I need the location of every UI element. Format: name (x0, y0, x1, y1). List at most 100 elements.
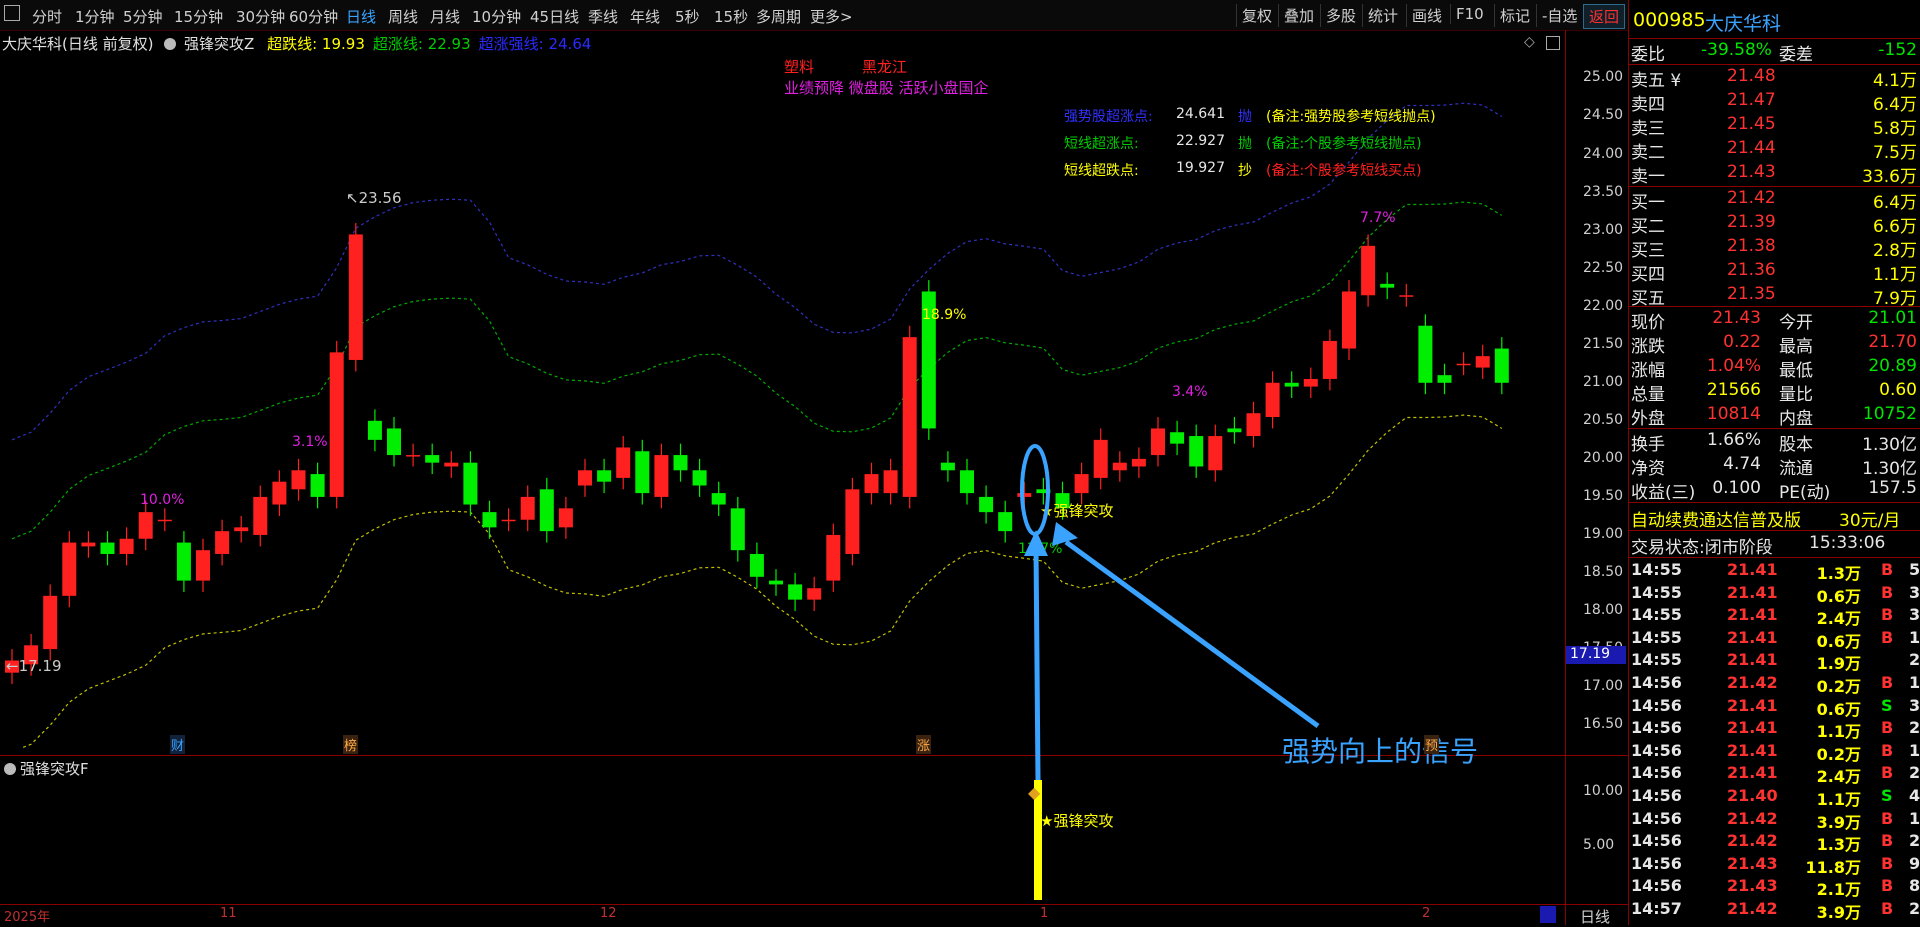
book-row[interactable]: 买四 21.36 1.1万 (1629, 260, 1920, 285)
tick-time: 14:56 (1631, 786, 1682, 805)
y-axis-label: 21.00 (1583, 373, 1624, 390)
tick-side: B (1881, 560, 1894, 579)
stat-value: 157.5 (1868, 478, 1917, 498)
quote-header: 000985 大庆华科 (1629, 9, 1920, 35)
tick-count: 2 (1909, 831, 1920, 851)
tick-row: 14:57 21.42 3.9万 B 2 (1629, 899, 1920, 922)
tick-count: 1 (1909, 627, 1920, 647)
x-period-label[interactable]: 日线 (1580, 906, 1610, 927)
book-label: 买三 (1631, 241, 1665, 261)
tick-count: 3 (1909, 582, 1920, 602)
book-row[interactable]: 买五 21.35 7.9万 (1629, 284, 1920, 309)
book-price: 21.42 (1727, 188, 1776, 208)
tick-volume: 3.9万 (1816, 812, 1861, 832)
sub-toggle-icon[interactable] (4, 763, 16, 775)
book-label: 卖五 ¥ (1631, 71, 1682, 91)
tick-row: 14:55 21.41 0.6万 B 1 (1629, 628, 1920, 651)
y-axis-label: 25.00 (1583, 69, 1624, 86)
tick-row: 14:55 21.41 0.6万 B 3 (1629, 583, 1920, 606)
toolbar-button[interactable]: 返回 (1583, 4, 1626, 29)
arrow-vertical (1033, 547, 1041, 781)
scroll-button[interactable] (1540, 906, 1556, 923)
tick-row: 14:56 21.42 1.3万 B 2 (1629, 831, 1920, 854)
sub-y-label: 5.00 (1583, 837, 1615, 853)
book-row[interactable]: 卖一 21.43 33.6万 (1629, 162, 1920, 187)
book-label: 卖四 (1631, 95, 1665, 115)
tick-volume: 3.9万 (1816, 903, 1861, 922)
stat-label: 涨跌 (1631, 337, 1665, 357)
tick-time: 14:56 (1631, 740, 1682, 760)
book-row[interactable]: 卖二 21.44 7.5万 (1629, 138, 1920, 163)
y-axis-label: 22.50 (1583, 259, 1624, 276)
tick-row: 14:56 21.41 2.4万 B 2 (1629, 763, 1920, 786)
stat-label: 外盘 (1631, 409, 1665, 429)
stat-row: 外盘 10814 内盘 10752 (1629, 404, 1920, 429)
stat-label: 股本 (1779, 435, 1813, 455)
tick-price: 21.41 (1727, 627, 1778, 647)
tick-volume: 0.2万 (1816, 677, 1861, 696)
book-price: 21.35 (1727, 284, 1776, 304)
sub-y-label: 10.00 (1583, 783, 1624, 799)
tick-time: 14:55 (1631, 650, 1682, 670)
tick-price: 21.42 (1727, 673, 1778, 692)
book-row[interactable]: 买一 21.42 6.4万 (1629, 188, 1920, 213)
tick-volume: 1.9万 (1816, 654, 1861, 674)
stat-value: 1.66% (1706, 430, 1761, 450)
book-volume: 6.6万 (1872, 217, 1917, 237)
tick-price: 21.41 (1727, 695, 1778, 715)
tick-side: S (1881, 786, 1893, 805)
book-row[interactable]: 买三 21.38 2.8万 (1629, 236, 1920, 261)
tick-count: 1 (1909, 673, 1920, 692)
stat-value: 21.70 (1868, 332, 1917, 352)
tick-time: 14:55 (1631, 605, 1682, 625)
stat-label: PE(动) (1779, 483, 1831, 503)
tick-time: 14:56 (1631, 673, 1682, 692)
tick-price: 21.41 (1727, 650, 1778, 670)
stat-row: 涨幅 1.04% 最低 20.89 (1629, 356, 1920, 381)
stat-value: 1.04% (1706, 356, 1761, 376)
stock-name: 大庆华科 (1705, 13, 1782, 35)
sub-signal-icon: ◆ (1028, 783, 1041, 802)
x-label: 12 (600, 906, 617, 921)
stat-value: 1.30亿 (1862, 459, 1917, 479)
book-price: 21.48 (1727, 66, 1776, 86)
tick-volume: 0.6万 (1816, 586, 1861, 606)
stat-label: 现价 (1631, 313, 1665, 333)
tick-time: 14:56 (1631, 763, 1682, 783)
sub-signal-label: ★强锋突攻 (1040, 812, 1114, 830)
tick-side: B (1881, 763, 1894, 783)
book-row[interactable]: 卖五 ¥ 21.48 4.1万 (1629, 66, 1920, 91)
y-axis-label: 21.50 (1583, 335, 1624, 352)
tick-price: 21.42 (1727, 899, 1778, 918)
tick-volume: 0.6万 (1816, 699, 1861, 719)
x-label: 11 (220, 906, 237, 921)
tick-side: B (1881, 673, 1894, 692)
stat-label: 今开 (1779, 313, 1813, 333)
tick-row: 14:55 21.41 1.3万 B 5 (1629, 560, 1920, 583)
y-axis-label: 16.50 (1583, 716, 1624, 733)
book-row[interactable]: 卖三 21.45 5.8万 (1629, 114, 1920, 139)
book-row[interactable]: 买二 21.39 6.6万 (1629, 212, 1920, 237)
tick-side: B (1881, 740, 1894, 760)
book-price: 21.43 (1727, 162, 1776, 182)
book-row[interactable]: 卖四 21.47 6.4万 (1629, 90, 1920, 115)
stat-value: 20.89 (1868, 356, 1917, 376)
ad-row[interactable]: 自动续费通达信普及版 30元/月 (1629, 506, 1920, 531)
tick-time: 14:56 (1631, 853, 1682, 873)
quote-panel: 000985 大庆华科 委比 -39.58% 委差 -152 卖五 ¥ 21.48… (1628, 0, 1920, 925)
stat-value: 0.22 (1723, 332, 1761, 352)
tick-time: 14:56 (1631, 831, 1682, 851)
tick-row: 14:56 21.43 2.1万 B 8 (1629, 876, 1920, 899)
tick-volume: 2.1万 (1816, 880, 1861, 900)
tick-count: 2 (1909, 718, 1920, 738)
tick-row: 14:56 21.43 11.8万 B 9 (1629, 854, 1920, 877)
y-axis-label: 19.50 (1583, 487, 1624, 504)
y-axis-label: 24.50 (1583, 107, 1624, 124)
y-axis-label: 19.00 (1583, 525, 1624, 542)
tick-count: 3 (1909, 605, 1920, 625)
tick-time: 14:56 (1631, 808, 1682, 828)
sub-indicator-title[interactable]: 强锋突攻F (4, 758, 89, 779)
y-axis-label: 23.00 (1583, 221, 1624, 238)
stat-value: 21.01 (1868, 308, 1917, 328)
arrowhead-vertical (1024, 530, 1048, 556)
